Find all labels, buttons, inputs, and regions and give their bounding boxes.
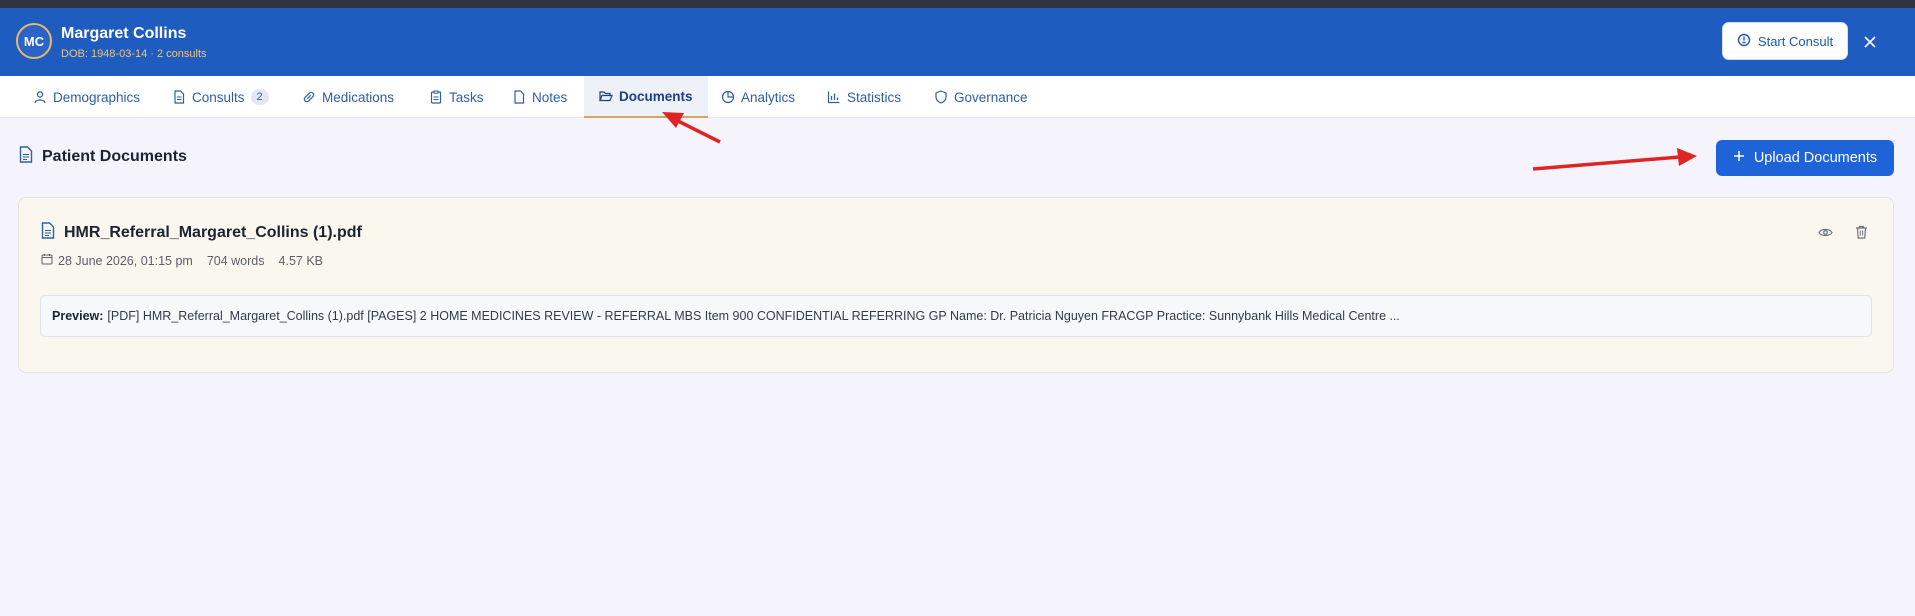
document-size: 4.57 KB — [278, 253, 323, 268]
clipboard-icon — [429, 90, 443, 104]
tab-label: Medications — [322, 89, 395, 105]
upload-documents-label: Upload Documents — [1753, 150, 1878, 166]
note-icon — [512, 90, 526, 104]
tab-label: Demographics — [53, 89, 141, 105]
tab-label: Documents — [619, 88, 693, 104]
tab-analytics[interactable]: Analytics — [721, 76, 795, 118]
tab-demographics[interactable]: Demographics — [33, 76, 140, 118]
calendar-icon — [41, 253, 53, 268]
tab-notes[interactable]: Notes — [512, 76, 567, 118]
tab-consults[interactable]: Consults 2 — [172, 76, 269, 118]
page-title: Patient Documents — [19, 146, 187, 168]
document-icon — [19, 146, 33, 168]
stethoscope-icon — [1737, 33, 1751, 50]
document-word-count: 704 words — [206, 253, 265, 268]
patient-meta: DOB: 1948-03-14 · 2 consults — [61, 48, 207, 60]
page-title-text: Patient Documents — [42, 148, 187, 165]
tab-bar: Demographics Consults 2 Medications Task… — [0, 76, 1915, 118]
user-icon — [33, 90, 47, 104]
tab-medications[interactable]: Medications — [302, 76, 394, 118]
document-title[interactable]: HMR_Referral_Margaret_Collins (1).pdf — [41, 222, 362, 244]
preview-text: [PDF] HMR_Referral_Margaret_Collins (1).… — [107, 309, 1400, 323]
upload-documents-button[interactable]: Upload Documents — [1716, 140, 1894, 176]
patient-name: Margaret Collins — [61, 25, 187, 42]
tab-label: Statistics — [847, 89, 902, 105]
patient-header: MC Margaret Collins DOB: 1948-03-14 · 2 … — [0, 8, 1915, 76]
tab-label: Governance — [954, 89, 1028, 105]
annotation-arrow-upload-button — [1532, 148, 1697, 171]
file-icon — [172, 90, 186, 104]
tab-tasks[interactable]: Tasks — [429, 76, 484, 118]
document-meta: 28 June 2026, 01:15 pm 704 words 4.57 KB — [41, 253, 323, 268]
pill-icon — [302, 90, 316, 104]
consult-count-badge: 2 — [250, 89, 269, 105]
bar-chart-icon — [827, 90, 841, 104]
tab-label: Tasks — [449, 89, 484, 105]
document-icon — [41, 222, 55, 244]
tab-label: Analytics — [741, 89, 796, 105]
close-icon[interactable] — [1860, 32, 1880, 52]
plus-icon — [1733, 150, 1745, 166]
preview-label: Preview: — [52, 309, 104, 323]
tab-label: Notes — [532, 89, 568, 105]
start-consult-label: Start Consult — [1757, 33, 1834, 49]
document-preview: Preview: [PDF] HMR_Referral_Margaret_Col… — [40, 295, 1872, 337]
pie-chart-icon — [721, 90, 735, 104]
trash-icon[interactable] — [1851, 222, 1871, 242]
tab-documents[interactable]: Documents — [584, 76, 708, 118]
tab-label: Consults — [192, 89, 245, 105]
shield-icon — [934, 90, 948, 104]
document-name: HMR_Referral_Margaret_Collins (1).pdf — [64, 224, 362, 241]
start-consult-button[interactable]: Start Consult — [1722, 22, 1848, 60]
tab-statistics[interactable]: Statistics — [827, 76, 901, 118]
document-date: 28 June 2026, 01:15 pm — [58, 253, 193, 268]
tab-governance[interactable]: Governance — [934, 76, 1028, 118]
document-card: HMR_Referral_Margaret_Collins (1).pdf 28… — [18, 197, 1894, 373]
window-top-strip — [0, 0, 1915, 8]
folder-open-icon — [599, 89, 613, 103]
eye-icon[interactable] — [1815, 222, 1835, 242]
avatar: MC — [16, 23, 52, 59]
